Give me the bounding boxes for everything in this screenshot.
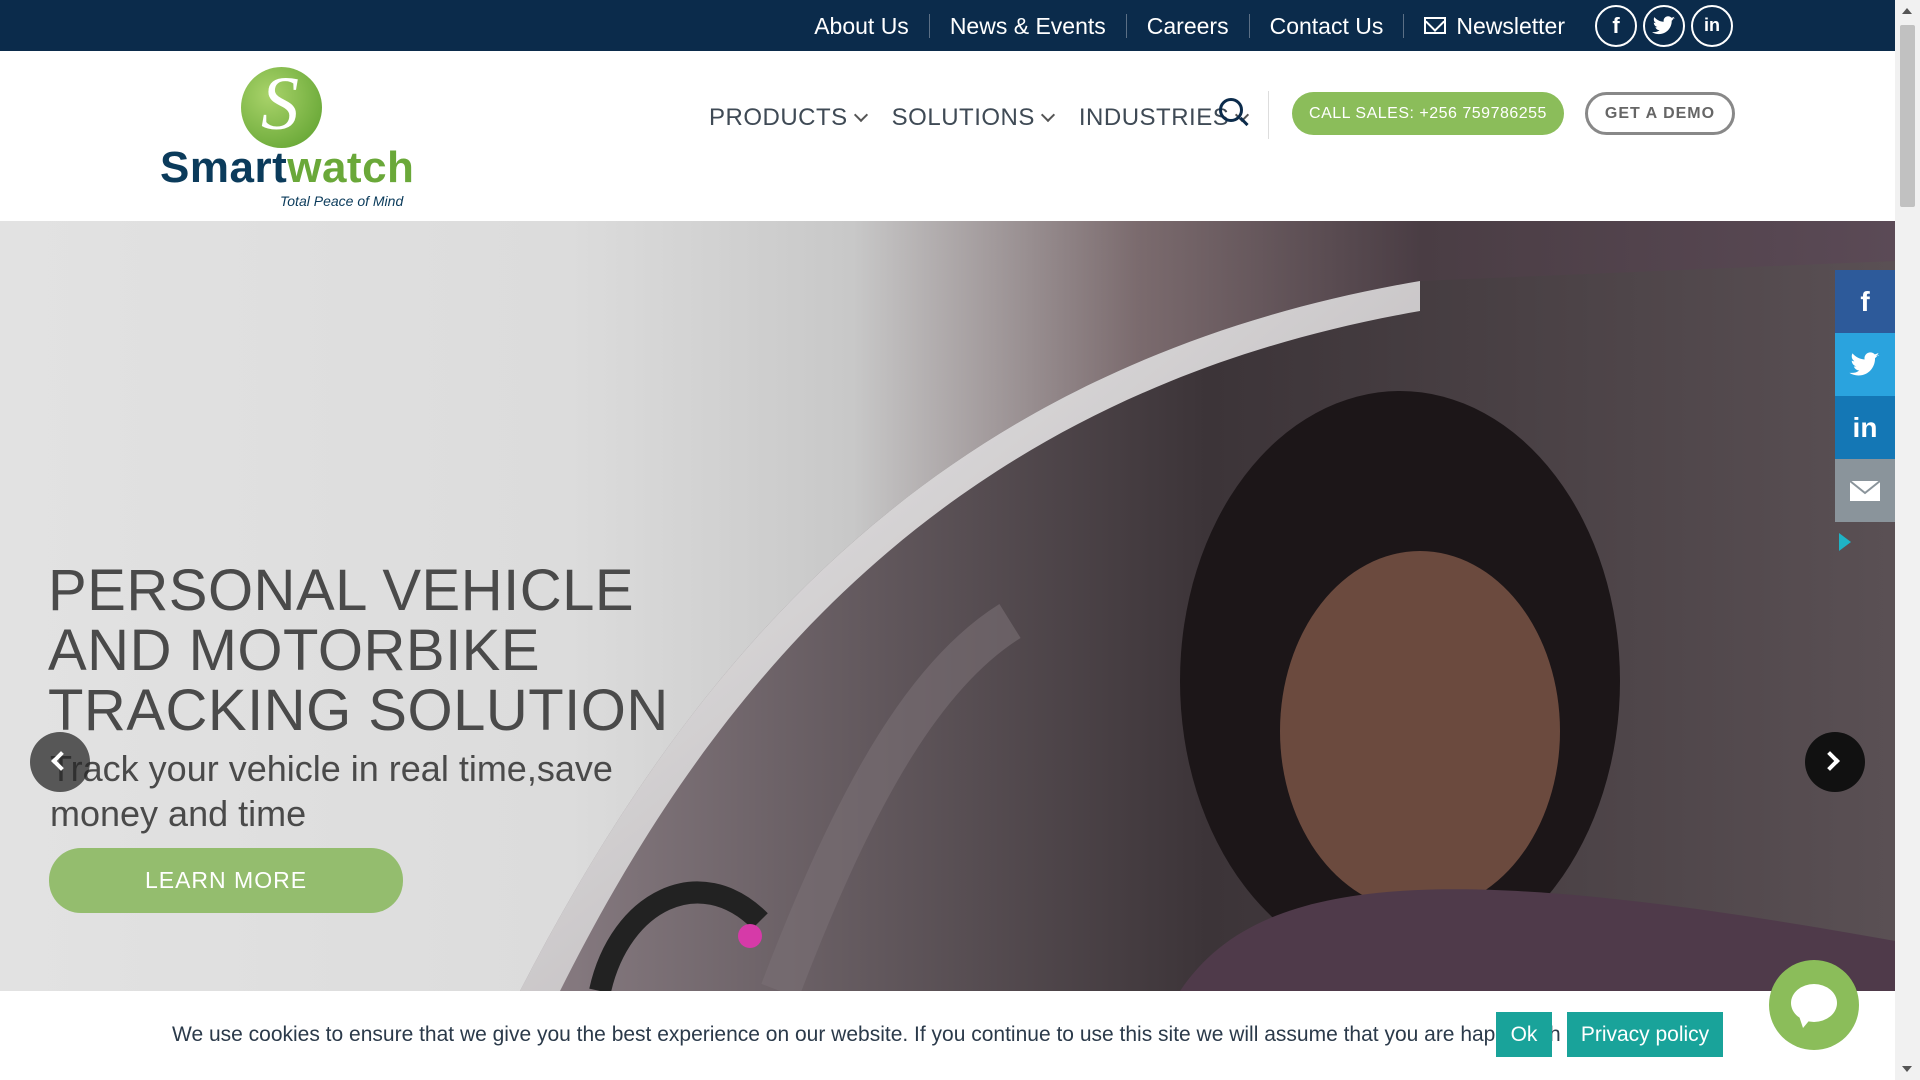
slider-prev-button[interactable] xyxy=(30,732,90,792)
slider-next-button[interactable] xyxy=(1805,732,1865,792)
scroll-thumb[interactable] xyxy=(1900,25,1915,207)
share-twitter-icon[interactable] xyxy=(1835,333,1895,396)
top-social-icons: f in xyxy=(1595,4,1733,47)
logo-tagline: Total Peace of Mind xyxy=(280,193,404,209)
share-facebook-icon[interactable]: f xyxy=(1835,270,1895,333)
chevron-right-icon xyxy=(1820,751,1840,771)
page: About Us News & Events Careers Contact U… xyxy=(0,0,1920,1080)
top-link-news[interactable]: News & Events xyxy=(930,13,1127,38)
top-link-careers[interactable]: Careers xyxy=(1127,13,1250,38)
cookie-text: We use cookies to ensure that we give yo… xyxy=(172,1023,1583,1046)
main-nav: PRODUCTS SOLUTIONS INDUSTRIES xyxy=(709,98,1273,138)
scroll-up-icon[interactable] xyxy=(1902,8,1912,14)
floating-share-bar: f in xyxy=(1835,270,1895,522)
nav-products[interactable]: PRODUCTS xyxy=(709,104,868,132)
chat-bubble-icon xyxy=(1791,984,1837,1022)
call-sales-button[interactable]: CALL SALES: +256 759786255 xyxy=(1292,92,1564,135)
cookie-ok-button[interactable]: Ok xyxy=(1496,1012,1552,1057)
search-icon[interactable] xyxy=(1219,98,1249,128)
site-header: Smartwatch Total Peace of Mind PRODUCTS … xyxy=(0,51,1895,221)
chevron-down-icon xyxy=(1040,107,1055,123)
smartwatch-logo[interactable]: Smartwatch Total Peace of Mind xyxy=(160,59,414,209)
logo-text: Smartwatch xyxy=(160,143,415,192)
nav-solutions[interactable]: SOLUTIONS xyxy=(892,104,1055,132)
share-toggle-icon[interactable] xyxy=(1839,533,1851,551)
learn-more-button[interactable]: LEARN MORE xyxy=(49,848,403,913)
top-bar: About Us News & Events Careers Contact U… xyxy=(0,0,1895,51)
chevron-down-icon xyxy=(853,107,868,123)
chevron-left-icon xyxy=(51,751,71,771)
privacy-policy-button[interactable]: Privacy policy xyxy=(1567,1012,1723,1057)
share-linkedin-icon[interactable]: in xyxy=(1835,396,1895,459)
linkedin-icon[interactable]: in xyxy=(1691,4,1733,47)
share-email-icon[interactable] xyxy=(1835,459,1895,522)
logo-mark-icon xyxy=(241,61,322,148)
hero-slider: PERSONAL VEHICLE AND MOTORBIKE TRACKING … xyxy=(0,221,1895,991)
top-link-about[interactable]: About Us xyxy=(794,13,930,38)
chat-widget-button[interactable] xyxy=(1769,960,1859,1050)
top-nav: About Us News & Events Careers Contact U… xyxy=(794,0,1733,51)
cookie-notice: We use cookies to ensure that we give yo… xyxy=(0,991,1895,1080)
page-scrollbar[interactable] xyxy=(1895,0,1920,1080)
scroll-down-icon[interactable] xyxy=(1902,1066,1912,1072)
twitter-icon[interactable] xyxy=(1643,4,1685,47)
newsletter-link[interactable]: Newsletter xyxy=(1404,14,1585,38)
nav-divider xyxy=(1268,91,1269,139)
get-demo-button[interactable]: GET A DEMO xyxy=(1585,92,1735,135)
facebook-icon[interactable]: f xyxy=(1595,4,1637,47)
newsletter-label: Newsletter xyxy=(1456,12,1565,39)
hero-title: PERSONAL VEHICLE AND MOTORBIKE TRACKING … xyxy=(48,558,669,743)
top-link-contact[interactable]: Contact Us xyxy=(1250,13,1405,38)
hero-subtitle: Track your vehicle in real time,save mon… xyxy=(50,748,613,834)
envelope-icon xyxy=(1424,17,1447,34)
